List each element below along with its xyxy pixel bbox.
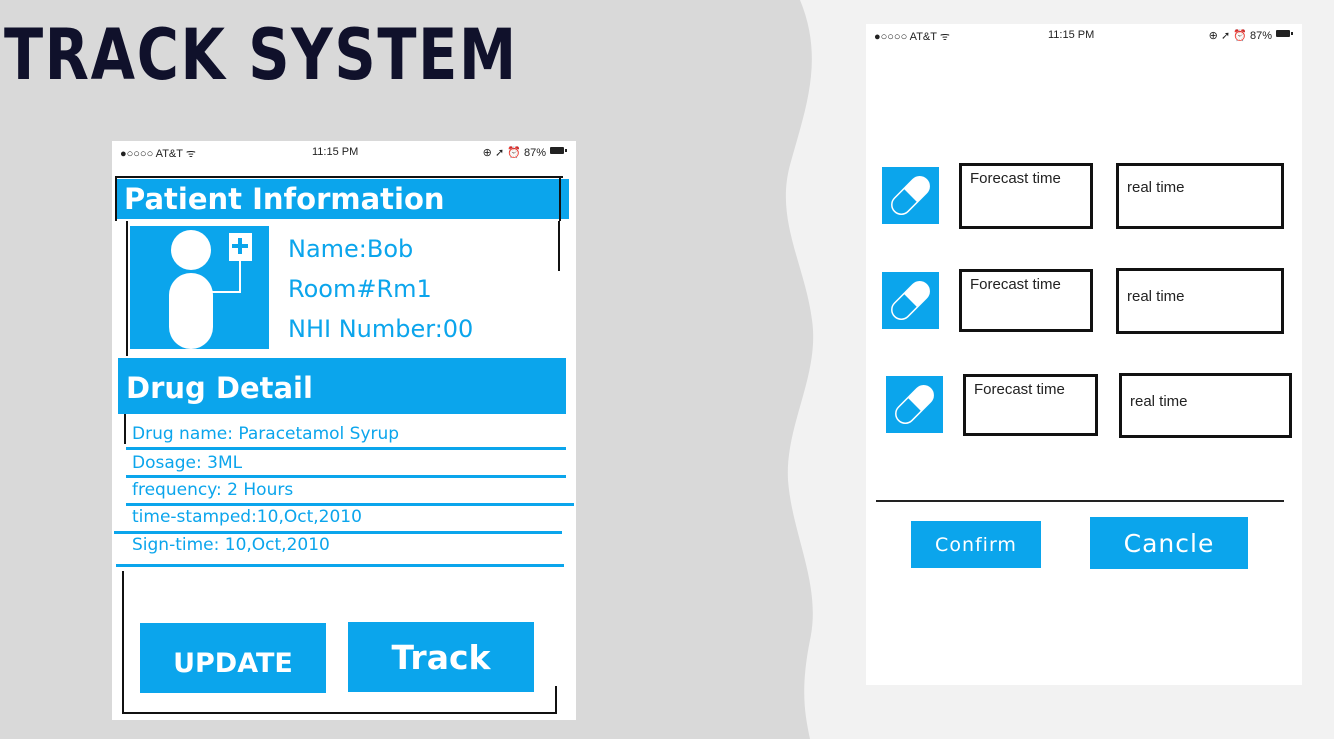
- drug-frequency: frequency: 2 Hours: [132, 480, 294, 500]
- detail-divider: [126, 447, 566, 450]
- patient-info-header: Patient Information: [115, 179, 569, 219]
- medication-pill[interactable]: [886, 376, 943, 433]
- divider-line: [876, 500, 1284, 502]
- frame-line-left: [115, 176, 117, 221]
- real-time-field[interactable]: real time: [1119, 373, 1292, 438]
- drug-time-stamped: time-stamped:10,Oct,2010: [132, 507, 362, 527]
- pill-icon: [895, 385, 934, 424]
- battery-status: ⊕ ➚ ⏰ 87%: [482, 147, 546, 159]
- forecast-time-field[interactable]: Forecast time: [963, 374, 1098, 436]
- carrier-label: ●○○○○ AT&T ᯤ: [874, 31, 950, 43]
- real-time-field[interactable]: real time: [1116, 268, 1284, 334]
- track-button[interactable]: Track: [348, 622, 534, 692]
- frame-line-info-right: [558, 221, 560, 271]
- cancel-button[interactable]: Cancle: [1090, 517, 1248, 569]
- patient-info-screen: ●○○○○ AT&T ᯤ 11:15 PM ⊕ ➚ ⏰ 87% Patient …: [112, 141, 576, 720]
- forecast-time-field[interactable]: Forecast time: [959, 269, 1093, 332]
- frame-line-top: [115, 176, 563, 178]
- medication-pill[interactable]: [882, 167, 939, 224]
- detail-divider: [116, 564, 564, 567]
- drug-sign-time: Sign-time: 10,Oct,2010: [132, 535, 330, 555]
- patient-room: Room#Rm1: [288, 275, 432, 303]
- patient-name: Name:Bob: [288, 235, 414, 263]
- update-button[interactable]: UPDATE: [140, 623, 326, 693]
- patient-avatar: [130, 226, 269, 349]
- real-time-field[interactable]: real time: [1116, 163, 1284, 229]
- drug-dosage: Dosage: 3ML: [132, 453, 243, 473]
- battery-status: ⊕ ➚ ⏰ 87%: [1208, 30, 1272, 42]
- drug-name: Drug name: Paracetamol Syrup: [132, 424, 400, 444]
- frame-line-bottom-left: [122, 571, 124, 713]
- frame-line-bottom-right: [555, 686, 557, 713]
- frame-line-info-left: [126, 221, 128, 356]
- confirm-button[interactable]: Confirm: [911, 521, 1041, 568]
- detail-divider: [126, 503, 574, 506]
- detail-divider: [114, 531, 562, 534]
- carrier-label: ●○○○○ AT&T ᯤ: [120, 148, 196, 160]
- medication-pill[interactable]: [882, 272, 939, 329]
- drug-detail-header: Drug Detail: [118, 358, 566, 414]
- frame-line-drug-left: [124, 414, 126, 444]
- frame-line-right: [559, 176, 561, 221]
- detail-divider: [126, 475, 566, 478]
- forecast-time-field[interactable]: Forecast time: [959, 163, 1093, 229]
- patient-iv-icon: [169, 230, 252, 349]
- battery-icon: [1276, 30, 1293, 37]
- track-screen: ●○○○○ AT&T ᯤ 11:15 PM ⊕ ➚ ⏰ 87% Forecast…: [866, 24, 1302, 685]
- status-time: 11:15 PM: [1048, 29, 1095, 41]
- status-time: 11:15 PM: [312, 146, 359, 158]
- slide-title: TRACK SYSTEM: [4, 14, 518, 96]
- pill-icon: [891, 281, 930, 320]
- frame-line-bottom: [122, 712, 557, 714]
- patient-nhi: NHI Number:00: [288, 315, 474, 343]
- battery-icon: [550, 147, 567, 154]
- pill-icon: [891, 176, 930, 215]
- status-bar: ●○○○○ AT&T ᯤ 11:15 PM ⊕ ➚ ⏰ 87%: [112, 141, 576, 163]
- status-bar: ●○○○○ AT&T ᯤ 11:15 PM ⊕ ➚ ⏰ 87%: [866, 24, 1302, 46]
